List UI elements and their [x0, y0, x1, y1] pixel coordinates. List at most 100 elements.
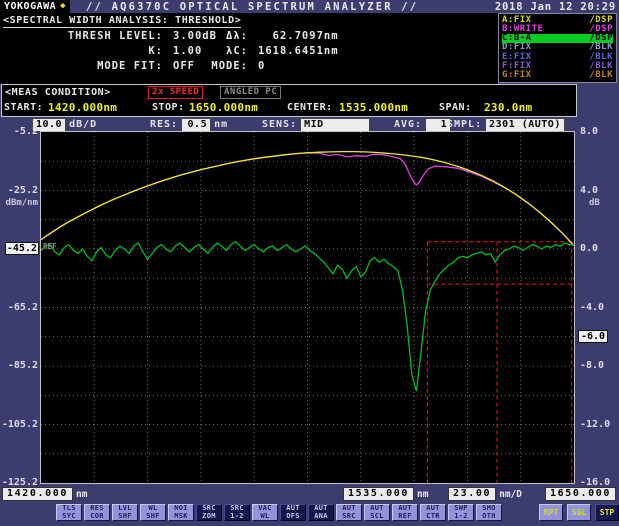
softkey-tls-syc[interactable]: TLSSYC [56, 504, 82, 521]
softkey-noi-msk[interactable]: NOIMSK [168, 504, 194, 521]
softkey-aut-ctr[interactable]: AUTCTR [420, 504, 446, 521]
y-axis-right-label: -4.0 [580, 302, 604, 313]
analysis-row-0: THRESH LEVEL:3.00dBΔλ: 62.7097nm [0, 30, 498, 45]
y-axis-left-unit: dBm/nm [0, 198, 38, 208]
y-axis-left-label: -65.2 [0, 302, 38, 313]
softkey-src-1-2[interactable]: SRC1-2 [224, 504, 250, 521]
y-axis-right-label: 8.0 [580, 126, 598, 137]
level-scale-unit: dB/D [69, 119, 97, 130]
run-key-stp[interactable]: STP [595, 504, 619, 521]
analysis-rows: THRESH LEVEL:3.00dBΔλ: 62.7097nmK:1.00λC… [0, 30, 498, 75]
res-value: 0.5 [181, 118, 211, 132]
meas-condition-header: <MEAS CONDITION> [5, 87, 111, 98]
x-axis-start-group: 1420.000 nm [2, 487, 87, 501]
x-scale-unit: nm/D [499, 489, 522, 500]
res-label: RES: [150, 119, 178, 130]
trace-name: G:FIX [502, 71, 532, 80]
softkey-line2: SYC [62, 513, 76, 521]
softkey-res-cor[interactable]: RESCOR [84, 504, 110, 521]
x-scale-value: 23.00 [448, 487, 496, 501]
stop-value: 1650.000nm [189, 101, 258, 114]
param-label: MODE FIT: [0, 60, 163, 72]
softkey-line2: ZOM [202, 513, 216, 521]
y-axis-right-label: -8.0 [580, 360, 604, 371]
y-axis-right-unit: dB [589, 198, 600, 208]
softkey-line2: SCL [370, 513, 384, 521]
stop-label: STOP: [152, 102, 185, 113]
trace-display-status: /BLK [589, 71, 613, 80]
softkey-aut-scl[interactable]: AUTSCL [364, 504, 390, 521]
run-key-bar: RPTSGLSTP [539, 504, 619, 521]
analysis-row-2: MODE FIT:OFFMODE:0 [0, 60, 498, 75]
spectrum-plot-svg [41, 132, 574, 483]
y-axis-right-label: 4.0 [580, 185, 598, 196]
x-axis-center-group: 1535.000 nm [343, 487, 428, 501]
x-center-value: 1535.000 [343, 487, 414, 501]
softkey-smo-oth[interactable]: SMOOTH [476, 504, 502, 521]
y-axis-left-label: -5.2 [0, 126, 38, 137]
level-scale-group: 10.0 dB/D [32, 117, 97, 132]
softkey-aut-ofs[interactable]: AUTOFS [280, 504, 306, 521]
start-label: START: [4, 102, 43, 113]
sens-value: MID [300, 118, 370, 132]
y-axis-right-label: 0.0 [580, 243, 598, 254]
y-axis-left-label: -45.2 [0, 243, 38, 254]
softkey-line2: MSK [174, 513, 188, 521]
datetime: 2018 Jan 12 20:29 [495, 1, 616, 13]
y-axis-left-label: -25.2 [0, 185, 38, 196]
meas-condition-panel: <MEAS CONDITION> 2x SPEED ANGLED PC STAR… [1, 84, 577, 117]
smpl-value: 2301 (AUTO) [485, 118, 565, 132]
softkey-src-zom[interactable]: SRCZOM [196, 504, 222, 521]
logo-text: YOKOGAWA [4, 1, 56, 12]
softkey-line2: ANA [314, 513, 328, 521]
x-axis-stop-group: 1650.000 nm [545, 487, 619, 501]
softkey-line2: CTR [426, 513, 440, 521]
osa-screen: YOKOGAWA ◆ // AQ6370C OPTICAL SPECTRUM A… [0, 0, 619, 526]
softkey-aut-ref[interactable]: AUTREF [392, 504, 418, 521]
softkey-line2: SHF [146, 513, 160, 521]
softkey-line2: REF [398, 513, 412, 521]
yokogawa-logo: YOKOGAWA ◆ [0, 0, 70, 13]
trace-row-g[interactable]: G:FIX/BLK [502, 71, 613, 80]
softkey-line2: OFS [286, 513, 300, 521]
result-value: 0 [258, 60, 265, 72]
softkey-lvl-shf[interactable]: LVLSHF [112, 504, 138, 521]
analysis-panel: <SPECTRAL WIDTH ANALYSIS: THRESHOLD> THR… [0, 13, 498, 84]
logo-diamond-icon: ◆ [60, 2, 66, 11]
title-bar: YOKOGAWA ◆ // AQ6370C OPTICAL SPECTRUM A… [0, 0, 619, 13]
average-group: AVG: 1 [394, 117, 451, 132]
start-value: 1420.000nm [48, 101, 117, 114]
angled-pc-badge: ANGLED PC [220, 86, 281, 99]
res-unit: nm [214, 119, 228, 130]
sensitivity-group: SENS: MID [262, 117, 370, 132]
softkey-line2: 1-2 [454, 513, 468, 521]
x-axis-scale-group: 23.00 nm/D [448, 487, 522, 501]
threshold-level-marker: -6.0 [578, 330, 608, 343]
softkey-swp-1-2[interactable]: SWP1-2 [448, 504, 474, 521]
softkey-line2: OTH [482, 513, 496, 521]
instrument-title: // AQ6370C OPTICAL SPECTRUM ANALYZER // [86, 1, 418, 13]
span-label: SPAN: [439, 102, 472, 113]
spectrum-plot: REF [40, 131, 575, 484]
span-value: 230.0nm [484, 101, 532, 114]
run-key-sgl[interactable]: SGL [567, 504, 591, 521]
param-label: K: [0, 45, 163, 57]
trace-b-line [41, 153, 574, 246]
softkey-wl-shf[interactable]: WLSHF [140, 504, 166, 521]
softkey-line2: WL [260, 513, 269, 521]
softkey-aut-ana[interactable]: AUTANA [308, 504, 334, 521]
y-axis-left-label: -85.2 [0, 360, 38, 371]
speed-badge: 2x SPEED [148, 86, 203, 99]
x-start-unit: nm [76, 489, 87, 500]
trace-status-panel: A:FIX/DSPB:WRITE/DSPC:B-A/DSPD:FIX/BLKE:… [498, 13, 617, 83]
run-key-rpt[interactable]: RPT [539, 504, 563, 521]
x-start-value: 1420.000 [2, 487, 73, 501]
x-stop-value: 1650.000 [545, 487, 616, 501]
analysis-header: <SPECTRAL WIDTH ANALYSIS: THRESHOLD> [3, 15, 241, 28]
softkey-aut-src[interactable]: AUTSRC [336, 504, 362, 521]
sampling-group: SMPL: 2301 (AUTO) [447, 117, 565, 132]
softkey-line2: SRC [342, 513, 356, 521]
softkey-vac-wl[interactable]: VACWL [252, 504, 278, 521]
y-axis-right-label: -12.0 [580, 419, 610, 430]
x-center-unit: nm [417, 489, 428, 500]
